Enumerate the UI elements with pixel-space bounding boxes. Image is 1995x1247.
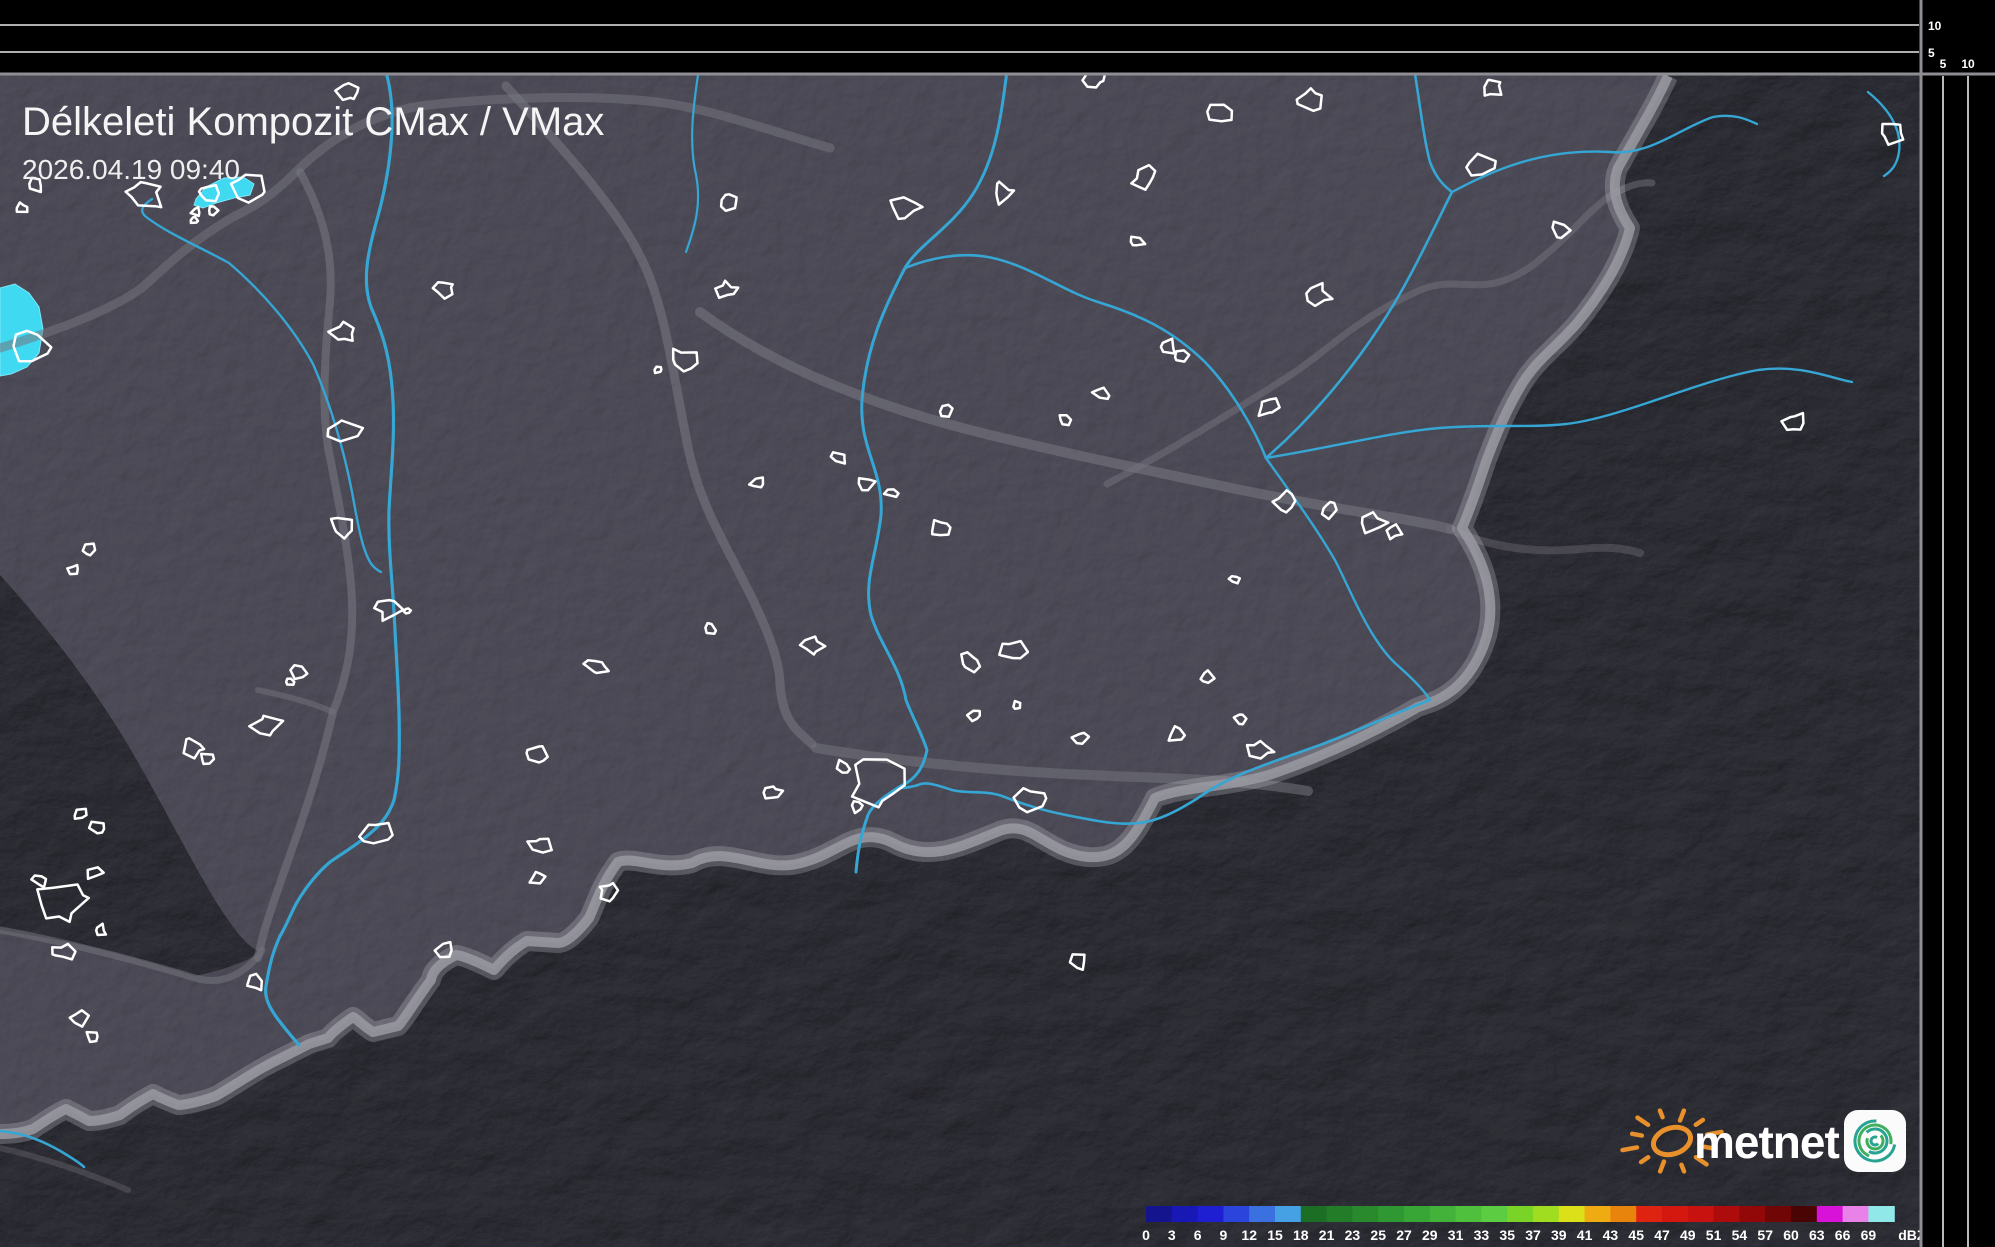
dbz-color-segment <box>1662 1206 1688 1222</box>
dbz-color-segment <box>1843 1206 1869 1222</box>
dbz-tick-label: 39 <box>1551 1227 1567 1243</box>
dbz-tick-label: 18 <box>1293 1227 1309 1243</box>
dbz-tick-label: 69 <box>1861 1227 1877 1243</box>
dbz-tick-label: 51 <box>1706 1227 1722 1243</box>
dbz-color-segment <box>1146 1206 1172 1222</box>
dbz-tick-label: 37 <box>1525 1227 1541 1243</box>
sun-ray <box>1623 1147 1637 1150</box>
dbz-color-segment <box>1610 1206 1636 1222</box>
dbz-color-segment <box>1585 1206 1611 1222</box>
dbz-tick-label: 66 <box>1835 1227 1851 1243</box>
dbz-tick-label: 57 <box>1757 1227 1773 1243</box>
dbz-tick-label: 27 <box>1396 1227 1412 1243</box>
height-tick-label: 10 <box>1961 57 1975 71</box>
radar-composite-image: Délkeleti Kompozit CMax / VMax 2026.04.1… <box>0 0 1995 1247</box>
dbz-color-segment <box>1404 1206 1430 1222</box>
dbz-color-segment <box>1301 1206 1327 1222</box>
dbz-color-segment <box>1249 1206 1275 1222</box>
right-height-panel <box>1922 0 1995 1247</box>
dbz-tick-label: 63 <box>1809 1227 1825 1243</box>
dbz-color-segment <box>1456 1206 1482 1222</box>
dbz-color-segment <box>1172 1206 1198 1222</box>
height-tick-label: 5 <box>1928 46 1935 60</box>
sun-ray <box>1660 1111 1663 1118</box>
dbz-color-segment <box>1559 1206 1585 1222</box>
height-tick-label: 5 <box>1940 57 1947 71</box>
dbz-color-segment <box>1636 1206 1662 1222</box>
dbz-tick-label: 12 <box>1241 1227 1257 1243</box>
dbz-tick-label: 54 <box>1732 1227 1748 1243</box>
dbz-color-segment <box>1352 1206 1378 1222</box>
dbz-color-segment <box>1739 1206 1765 1222</box>
dbz-tick-label: 47 <box>1654 1227 1670 1243</box>
dbz-color-segment <box>1714 1206 1740 1222</box>
dbz-color-segment <box>1765 1206 1791 1222</box>
dbz-color-segment <box>1198 1206 1224 1222</box>
dbz-tick-label: 31 <box>1448 1227 1464 1243</box>
dbz-tick-label: 41 <box>1577 1227 1593 1243</box>
timestamp: 2026.04.19 09:40 <box>22 154 240 185</box>
dbz-tick-label: 45 <box>1628 1227 1644 1243</box>
dbz-tick-label: 9 <box>1220 1227 1228 1243</box>
metnet-logo-text: metnet <box>1694 1116 1839 1168</box>
sun-ray <box>1681 1165 1684 1172</box>
dbz-tick-label: 25 <box>1370 1227 1386 1243</box>
dbz-color-segment <box>1430 1206 1456 1222</box>
dbz-tick-label: 60 <box>1783 1227 1799 1243</box>
height-tick-label: 10 <box>1928 19 1942 33</box>
dbz-tick-label: 43 <box>1603 1227 1619 1243</box>
dbz-tick-label: 6 <box>1194 1227 1202 1243</box>
dbz-tick-label: 29 <box>1422 1227 1438 1243</box>
radar-viewer: Délkeleti Kompozit CMax / VMax 2026.04.1… <box>0 0 1995 1247</box>
dbz-color-segment <box>1481 1206 1507 1222</box>
dbz-tick-label: 49 <box>1680 1227 1696 1243</box>
dbz-color-segment <box>1533 1206 1559 1222</box>
dbz-color-segment <box>1275 1206 1301 1222</box>
dbz-tick-label: 15 <box>1267 1227 1283 1243</box>
dbz-color-segment <box>1507 1206 1533 1222</box>
dbz-tick-label: 21 <box>1319 1227 1335 1243</box>
dbz-color-segment <box>1868 1206 1894 1222</box>
dbz-tick-label: 0 <box>1142 1227 1150 1243</box>
dbz-color-segment <box>1378 1206 1404 1222</box>
dbz-color-segment <box>1223 1206 1249 1222</box>
top-height-panel <box>0 0 1995 74</box>
dbz-tick-label: 23 <box>1345 1227 1361 1243</box>
metnet-app-icon <box>1844 1110 1906 1172</box>
dbz-color-segment <box>1688 1206 1714 1222</box>
dbz-tick-label: 3 <box>1168 1227 1176 1243</box>
dbz-color-segment <box>1817 1206 1843 1222</box>
app-icon-background <box>1844 1110 1906 1172</box>
dbz-tick-label: 33 <box>1474 1227 1490 1243</box>
dbz-tick-label: 35 <box>1499 1227 1515 1243</box>
dbz-color-segment <box>1327 1206 1353 1222</box>
sun-ray <box>1632 1134 1642 1136</box>
map-area: Délkeleti Kompozit CMax / VMax 2026.04.1… <box>0 62 1926 1247</box>
product-title: Délkeleti Kompozit CMax / VMax <box>22 100 604 144</box>
dbz-color-segment <box>1791 1206 1817 1222</box>
